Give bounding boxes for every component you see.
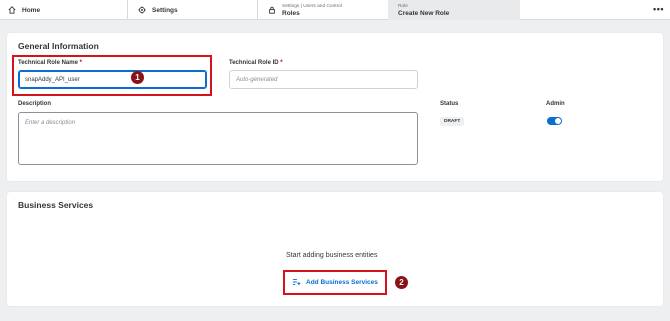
- home-icon: [8, 6, 16, 14]
- more-options-icon[interactable]: •••: [653, 4, 664, 14]
- tab-roles-label: Roles: [282, 10, 300, 17]
- user-lock-icon: [268, 6, 276, 14]
- technical-role-id-label: Technical Role ID *: [229, 60, 283, 66]
- business-services-title: Business Services: [18, 200, 94, 210]
- highlight-box-add-business-services: [283, 270, 387, 295]
- technical-role-id-input[interactable]: Auto-generated: [229, 70, 418, 89]
- admin-label: Admin: [546, 101, 565, 107]
- top-tab-bar: Home Settings Settings | Users and Contr…: [0, 0, 670, 20]
- tab-home[interactable]: Home: [0, 0, 128, 20]
- status-badge: DRAFT: [440, 117, 465, 126]
- general-information-title: General Information: [18, 41, 99, 51]
- description-textarea[interactable]: Enter a description: [18, 112, 418, 165]
- status-label: Status: [440, 101, 459, 107]
- required-marker: *: [280, 60, 283, 66]
- description-label: Description: [18, 101, 52, 107]
- tab-roles-path: Settings | Users and Control: [282, 4, 342, 9]
- admin-toggle[interactable]: [547, 117, 562, 125]
- tab-settings-label: Settings: [152, 6, 178, 14]
- tab-roles[interactable]: Settings | Users and Control Roles: [258, 0, 388, 20]
- tab-create-label: Create New Role: [398, 10, 450, 17]
- callout-badge-2: 2: [395, 276, 408, 289]
- tab-create-new-role[interactable]: Role Create New Role: [388, 0, 520, 20]
- callout-badge-1: 1: [131, 71, 144, 84]
- tab-settings[interactable]: Settings: [128, 0, 258, 20]
- tab-home-label: Home: [22, 6, 41, 14]
- empty-state-text: Start adding business entities: [286, 252, 378, 259]
- tab-create-path: Role: [398, 4, 408, 9]
- highlight-box-technical-role-name: [12, 55, 212, 96]
- toggle-knob: [555, 118, 561, 124]
- gear-icon: [138, 6, 146, 14]
